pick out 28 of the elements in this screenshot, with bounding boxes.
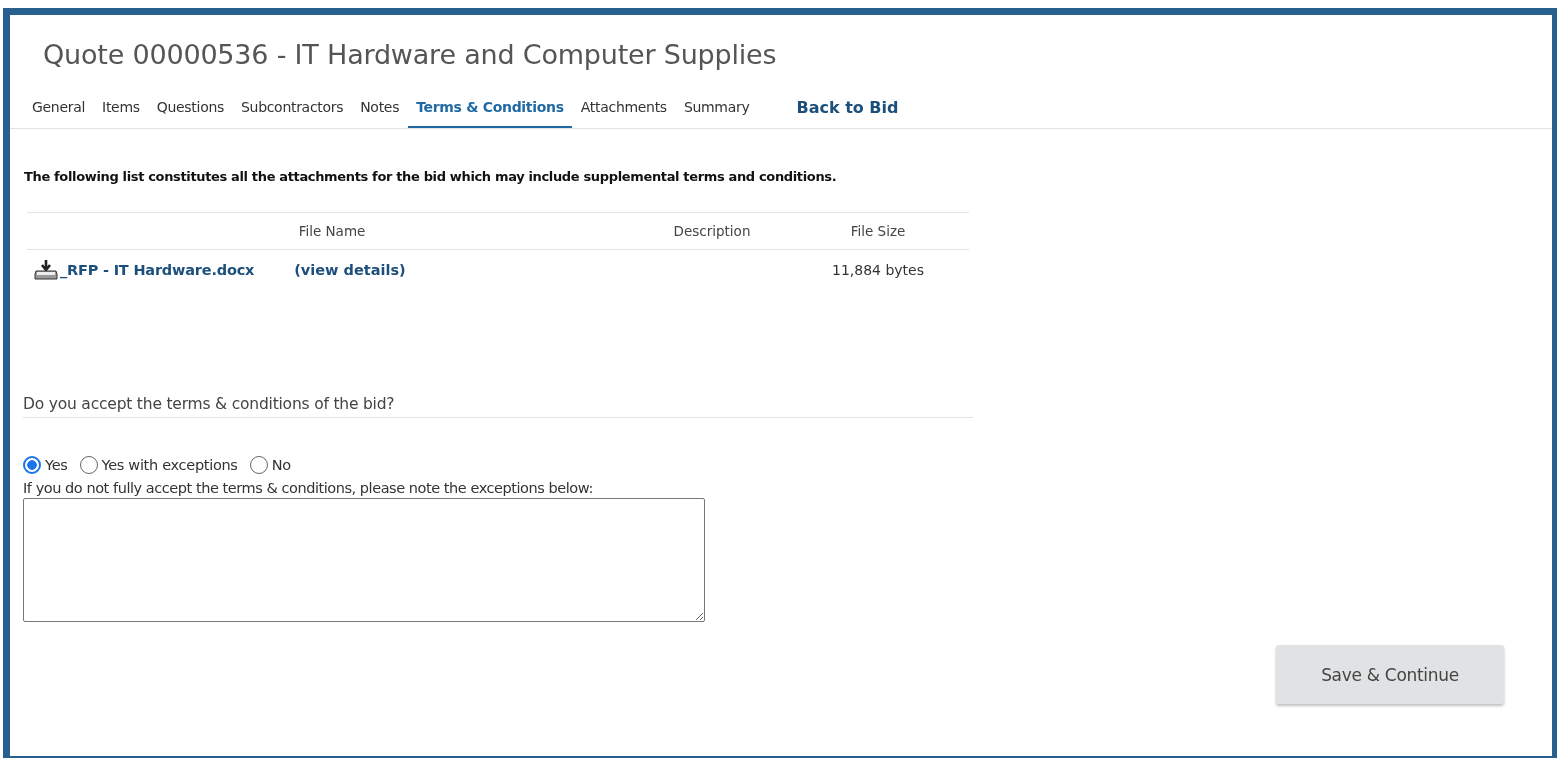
download-tray-icon: [34, 259, 58, 281]
radio-button[interactable]: [23, 456, 41, 474]
radio-option[interactable]: Yes: [23, 456, 68, 474]
column-header: Description: [637, 212, 787, 250]
view-details-link[interactable]: (view details): [294, 262, 406, 278]
file-link[interactable]: _RFP - IT Hardware.docx: [34, 259, 255, 281]
table-cell: 11,884 bytes: [787, 249, 969, 290]
tab[interactable]: Questions: [148, 88, 232, 128]
tab[interactable]: Notes: [352, 88, 408, 128]
back-link[interactable]: Back to Bid: [788, 88, 907, 126]
tab[interactable]: Summary: [675, 88, 758, 128]
column-header: File Size: [787, 212, 969, 250]
radio-button[interactable]: [79, 456, 98, 474]
radio-button[interactable]: [249, 456, 268, 474]
question-text: Do you accept the terms & conditions of the bid?: [23, 395, 973, 418]
tab[interactable]: Attachments: [572, 88, 675, 128]
exceptions-input-field[interactable]: [23, 498, 705, 622]
column-header: File Name: [27, 212, 637, 250]
tab[interactable]: Items: [94, 88, 148, 128]
page-title: Quote 00000536 - IT Hardware and Computer Supplies: [43, 39, 778, 70]
tab[interactable]: Terms & Conditions: [408, 88, 572, 128]
tab[interactable]: General: [24, 88, 94, 128]
intro-text: The following list constitutes all the attachments for the bid which may include supplemental terms and conditions.: [24, 169, 838, 184]
field-label: If you do not fully accept the terms & conditions, please note the exceptions below:: [23, 480, 594, 496]
radio-option[interactable]: No: [249, 456, 291, 474]
save-continue-button[interactable]: Save & Continue: [1276, 645, 1504, 704]
radio-option[interactable]: Yes with exceptions: [79, 456, 238, 474]
tab[interactable]: Subcontractors: [232, 88, 352, 128]
